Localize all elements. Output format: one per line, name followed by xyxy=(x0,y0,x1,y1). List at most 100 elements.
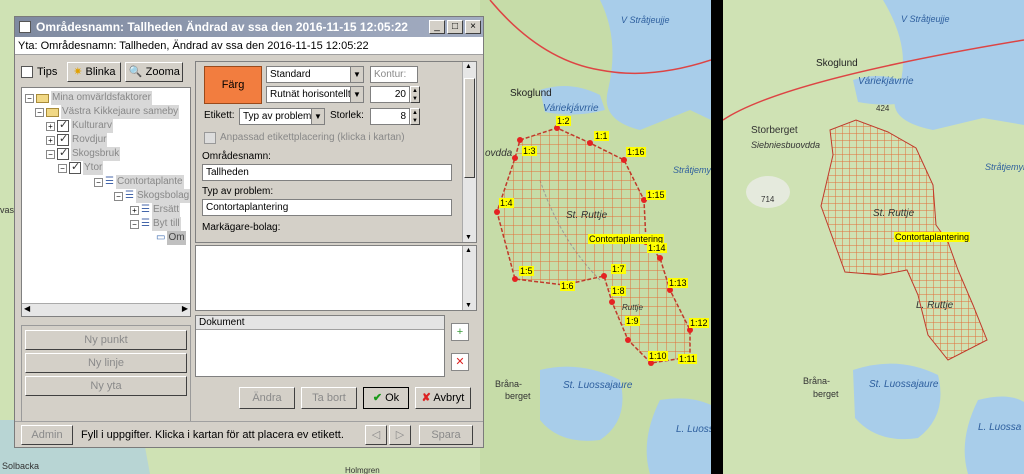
new-point-button[interactable]: Ny punkt xyxy=(25,330,187,350)
scroll-thumb[interactable] xyxy=(464,78,475,178)
vertex-label-1-7: 1:7 xyxy=(611,264,626,274)
scroll-down-icon[interactable]: ▼ xyxy=(465,302,472,309)
document-icon: ▭ xyxy=(156,232,166,243)
chevron-down-icon[interactable]: ▼ xyxy=(311,109,324,124)
custom-label-checkbox[interactable] xyxy=(204,132,216,144)
new-area-button[interactable]: Ny yta xyxy=(25,376,187,396)
problem-type-input[interactable]: Contortaplantering xyxy=(202,199,452,216)
tree-item[interactable]: − Västra Kikkejaure sameby xyxy=(35,105,180,119)
minimize-button[interactable]: _ xyxy=(429,20,445,34)
scroll-left-icon[interactable]: ◀ xyxy=(24,304,30,313)
scroll-up-icon[interactable]: ▲ xyxy=(465,63,472,70)
collapse-icon[interactable]: − xyxy=(35,107,44,117)
tree-item[interactable]: − Mina omvärldsfaktorer xyxy=(25,91,152,105)
area-name-input[interactable]: Tallheden xyxy=(202,164,452,181)
label-field-select[interactable]: Typ av problem ▼ xyxy=(239,108,325,125)
list-icon: ☰ xyxy=(105,176,114,187)
scroll-right-icon[interactable]: ▶ xyxy=(182,304,188,313)
landowner-textarea[interactable]: ▲ ▼ xyxy=(195,245,477,311)
blinka-button[interactable]: ✷ Blinka xyxy=(67,62,122,82)
layer-checkbox[interactable] xyxy=(57,132,69,146)
form-vertical-scrollbar[interactable]: ▲ ▼ xyxy=(462,62,476,242)
collapse-icon[interactable]: − xyxy=(25,93,34,103)
tree-item[interactable]: + Kulturarv xyxy=(46,118,114,133)
tips-label: Tips xyxy=(37,66,58,78)
chevron-down-icon[interactable]: ▼ xyxy=(350,87,363,102)
place-berget-r: berget xyxy=(813,389,839,399)
expand-icon[interactable]: + xyxy=(46,121,55,131)
height-424: 424 xyxy=(876,104,890,113)
pattern-size-field[interactable]: 20 xyxy=(370,86,410,103)
collapse-icon[interactable]: − xyxy=(114,191,123,201)
tree-item[interactable]: − Ytor xyxy=(58,160,104,175)
maximize-button[interactable]: □ xyxy=(447,20,463,34)
tree-horizontal-scrollbar[interactable]: ◀ ▶ xyxy=(22,303,190,316)
layer-checkbox[interactable] xyxy=(57,146,69,160)
dialog-footer-buttons: Ändra Ta bort ✔ Ok ✘ Avbryt xyxy=(239,387,471,409)
chevron-down-icon[interactable]: ▼ xyxy=(350,67,363,82)
close-button[interactable]: × xyxy=(465,20,481,34)
dialog-subtitle: Yta: Områdesnamn: Tallheden, Ändrad av s… xyxy=(15,37,483,55)
save-button[interactable]: Spara xyxy=(419,425,473,445)
delete-button[interactable]: Ta bort xyxy=(301,387,357,409)
label-size-spinner[interactable]: ▲ ▼ xyxy=(410,108,420,125)
expand-icon[interactable]: + xyxy=(130,205,139,215)
vertex-label-1-8: 1:8 xyxy=(611,286,626,296)
pattern-select[interactable]: Rutnät horisontellt ▼ xyxy=(266,86,364,103)
place-solbacka: Solbacka xyxy=(2,461,40,471)
place-brana: Bråna- xyxy=(495,379,523,389)
tree-item[interactable]: − Skogsbruk xyxy=(46,146,121,161)
label-size-field[interactable]: 8 xyxy=(370,108,410,125)
documents-list[interactable]: Dokument xyxy=(195,315,445,377)
place-holmgren: Holmgren xyxy=(345,466,380,474)
expand-icon[interactable]: + xyxy=(46,135,55,145)
tree-item[interactable]: − ☰ Byt till xyxy=(130,217,181,231)
add-document-icon[interactable]: + xyxy=(451,323,469,341)
textarea-scrollbar[interactable]: ▲ ▼ xyxy=(462,246,476,310)
collapse-icon[interactable]: − xyxy=(94,177,103,187)
collapse-icon[interactable]: − xyxy=(130,219,139,229)
tree-item[interactable]: + ☰ Ersätt xyxy=(130,203,181,217)
tree-item[interactable]: − ☰ Skogsbolag xyxy=(114,189,190,203)
ok-button[interactable]: ✔ Ok xyxy=(363,387,409,409)
area-label-contortaplantering-r[interactable]: Contortaplantering xyxy=(894,232,971,242)
place-vstratjeujje: V Stråtjeujje xyxy=(621,15,670,25)
tips-checkbox[interactable] xyxy=(21,66,33,78)
vertex-label-1-3: 1:3 xyxy=(522,146,537,156)
zooma-button[interactable]: 🔍 Zooma xyxy=(125,62,184,82)
style-select[interactable]: Standard ▼ xyxy=(266,66,364,83)
next-arrow-icon[interactable]: ▷ xyxy=(389,425,411,445)
map-canvas-right[interactable] xyxy=(723,0,1024,474)
color-button[interactable]: Färg xyxy=(204,66,262,104)
dialog-titlebar[interactable]: Områdesnamn: Tallheden Ändrad av ssa den… xyxy=(15,17,483,37)
contour-field[interactable]: Kontur: xyxy=(370,66,418,83)
new-line-button[interactable]: Ny linje xyxy=(25,353,187,373)
vertex-label-1-10: 1:10 xyxy=(648,351,668,361)
collapse-icon[interactable]: − xyxy=(46,149,55,159)
place-variekjavrrie-r: Váriekjávrrie xyxy=(858,76,914,87)
previous-arrow-icon[interactable]: ◁ xyxy=(365,425,387,445)
vertex-label-1-14: 1:14 xyxy=(647,243,667,253)
vertex-label-1-16: 1:16 xyxy=(626,147,646,157)
edit-button[interactable]: Ändra xyxy=(239,387,295,409)
vertex-label-1-15: 1:15 xyxy=(646,190,666,200)
layer-checkbox[interactable] xyxy=(57,118,69,132)
tree-item[interactable]: + Rovdjur xyxy=(46,132,108,147)
layer-tree[interactable]: − Mina omvärldsfaktorer − Västra Kikkeja… xyxy=(21,87,191,317)
vertex-label-1-9: 1:9 xyxy=(625,316,640,326)
collapse-icon[interactable]: − xyxy=(58,163,67,173)
blink-icon: ✷ xyxy=(73,66,83,78)
cancel-button[interactable]: ✘ Avbryt xyxy=(415,387,471,409)
admin-button[interactable]: Admin xyxy=(21,425,73,445)
tree-item[interactable]: − ☰ Contortaplante xyxy=(94,175,184,189)
place-st-ruttje: St. Ruttje xyxy=(566,210,608,221)
scroll-up-icon[interactable]: ▲ xyxy=(465,247,472,254)
scroll-down-icon[interactable]: ▼ xyxy=(465,234,472,241)
list-icon: ☰ xyxy=(141,204,150,215)
pattern-size-spinner[interactable]: ▲ ▼ xyxy=(410,86,420,103)
remove-document-icon[interactable]: ✕ xyxy=(451,353,469,371)
place-st-luossajaure-r: St. Luossajaure xyxy=(869,379,939,390)
map-view-right[interactable]: V Stråtjeujje Skoglund Váriekjávrrie 424… xyxy=(723,0,1024,474)
tree-item-selected[interactable]: ▭ Om xyxy=(156,231,186,245)
layer-checkbox[interactable] xyxy=(69,160,81,174)
